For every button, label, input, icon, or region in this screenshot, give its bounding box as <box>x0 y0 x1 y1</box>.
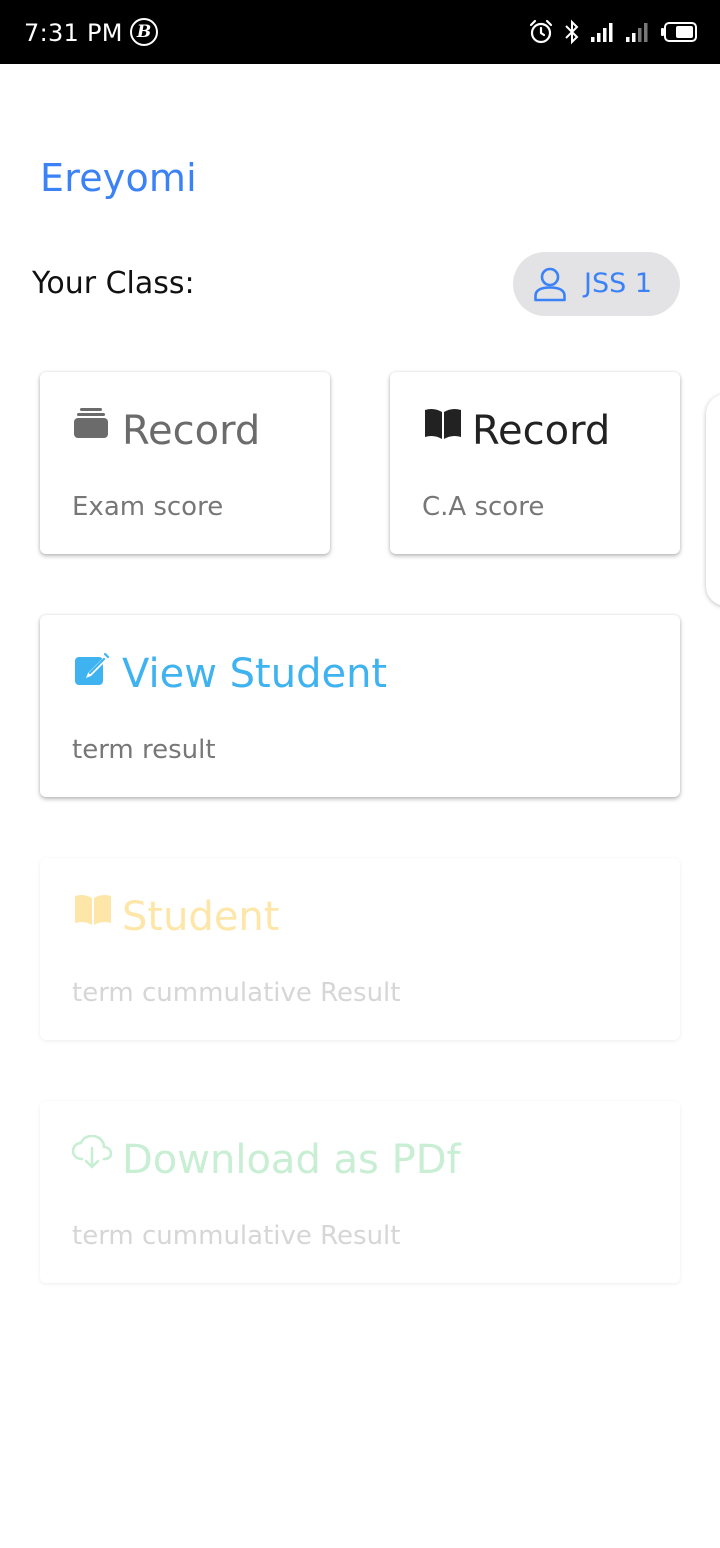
class-label: Your Class: <box>32 266 195 301</box>
student-cumulative-card[interactable]: Student term cummulative Result <box>40 858 680 1040</box>
book-open-icon <box>74 894 112 931</box>
signal-weak-icon <box>626 23 648 42</box>
bluetooth-icon <box>565 19 579 45</box>
status-bar: 7:31 PM B <box>0 0 720 64</box>
view-student-card[interactable]: View Student term result <box>40 615 680 797</box>
class-chip[interactable]: JSS 1 <box>513 252 680 316</box>
b-badge-icon: B <box>130 18 158 46</box>
card-subtitle: term result <box>72 735 216 765</box>
card-subtitle: C.A score <box>422 492 545 522</box>
record-ca-card[interactable]: Record C.A score <box>390 372 680 554</box>
offscreen-card[interactable] <box>706 394 720 606</box>
card-title: Download as PDf <box>122 1137 461 1183</box>
class-chip-label: JSS 1 <box>584 268 653 299</box>
download-pdf-card[interactable]: Download as PDf term cummulative Result <box>40 1101 680 1283</box>
folder-icon <box>74 408 108 443</box>
card-title: Student <box>122 894 280 940</box>
edit-icon <box>74 651 110 692</box>
card-subtitle: Exam score <box>72 492 224 522</box>
app-title: Ereyomi <box>40 156 197 200</box>
record-exam-card[interactable]: Record Exam score <box>40 372 330 554</box>
card-title: Record <box>122 408 261 454</box>
book-open-icon <box>424 408 462 445</box>
cloud-download-icon <box>71 1134 113 1174</box>
card-subtitle: term cummulative Result <box>72 978 401 1008</box>
signal-icon <box>591 23 613 42</box>
status-icons <box>528 18 698 46</box>
card-title: Record <box>472 408 611 454</box>
card-title: View Student <box>122 651 388 697</box>
alarm-icon <box>529 19 553 44</box>
battery-icon <box>661 22 697 42</box>
person-icon <box>533 266 567 307</box>
card-subtitle: term cummulative Result <box>72 1221 401 1251</box>
status-time: 7:31 PM <box>24 19 123 47</box>
